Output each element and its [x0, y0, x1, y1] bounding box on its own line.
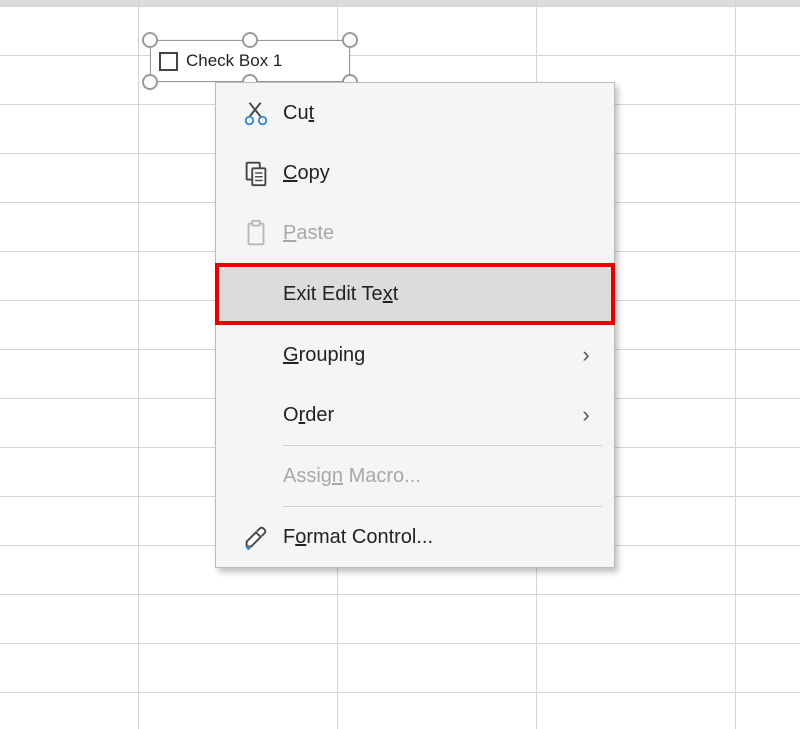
paste-icon	[228, 218, 283, 248]
menu-label-paste: Paste	[283, 222, 600, 245]
context-menu: Cut Copy Paste	[215, 82, 615, 568]
menu-item-paste: Paste	[216, 203, 614, 263]
resize-handle-n[interactable]	[242, 32, 258, 48]
menu-item-assign-macro: Assign Macro...	[216, 446, 614, 506]
resize-handle-nw[interactable]	[142, 32, 158, 48]
menu-label-assign-macro: Assign Macro...	[283, 465, 600, 488]
chevron-right-icon: ›	[572, 342, 600, 368]
menu-item-grouping[interactable]: Grouping ›	[216, 325, 614, 385]
cut-icon	[228, 98, 283, 128]
menu-label-order: Order	[283, 404, 572, 427]
menu-label-format-control: Format Control...	[283, 526, 600, 549]
spreadsheet-grid[interactable]: Check Box 1 Cut	[0, 0, 800, 729]
checkbox-label: Check Box 1	[186, 51, 282, 71]
menu-label-exit-edit-text: Exit Edit Text	[283, 283, 600, 306]
chevron-right-icon: ›	[572, 402, 600, 428]
menu-label-copy: Copy	[283, 162, 600, 185]
menu-item-format-control[interactable]: Format Control...	[216, 507, 614, 567]
menu-label-grouping: Grouping	[283, 344, 572, 367]
format-icon	[228, 522, 283, 552]
checkbox-box[interactable]	[159, 52, 178, 71]
menu-item-cut[interactable]: Cut	[216, 83, 614, 143]
menu-item-copy[interactable]: Copy	[216, 143, 614, 203]
resize-handle-sw[interactable]	[142, 74, 158, 90]
checkbox-control[interactable]: Check Box 1	[150, 40, 350, 82]
resize-handle-ne[interactable]	[342, 32, 358, 48]
menu-item-exit-edit-text[interactable]: Exit Edit Text	[216, 264, 614, 324]
menu-item-order[interactable]: Order ›	[216, 385, 614, 445]
menu-label-cut: Cut	[283, 102, 600, 125]
copy-icon	[228, 158, 283, 188]
